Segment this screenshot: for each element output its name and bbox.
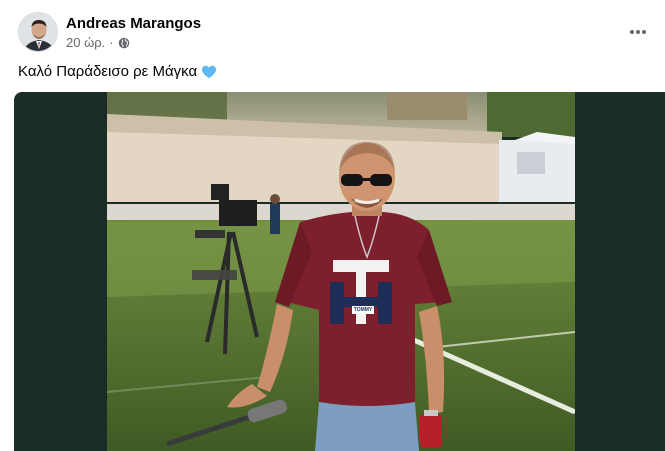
post-caption: Καλό Παράδεισο ρε Μάγκα bbox=[18, 63, 217, 80]
post-photo[interactable]: TOMMY bbox=[107, 92, 575, 451]
post-meta: 20 ώρ. · bbox=[66, 35, 130, 50]
ellipsis-icon bbox=[630, 30, 646, 34]
caption-text: Καλό Παράδεισο ρε Μάγκα bbox=[18, 63, 198, 80]
facebook-post: Andreas Marangos 20 ώρ. · Καλό Παράδεισο… bbox=[0, 0, 665, 451]
author-avatar[interactable] bbox=[18, 12, 58, 52]
photo-scene bbox=[107, 92, 575, 451]
meta-separator: · bbox=[109, 35, 114, 50]
globe-icon[interactable] bbox=[118, 37, 130, 49]
post-media[interactable]: TOMMY bbox=[14, 92, 665, 451]
avatar-photo bbox=[19, 13, 57, 51]
post-time[interactable]: 20 ώρ. bbox=[66, 35, 105, 50]
light-blue-heart-icon bbox=[202, 65, 217, 78]
more-options-icon[interactable] bbox=[624, 18, 652, 46]
author-name[interactable]: Andreas Marangos bbox=[66, 15, 201, 32]
post-header: Andreas Marangos 20 ώρ. · bbox=[18, 12, 658, 54]
shirt-text: TOMMY bbox=[353, 307, 373, 313]
